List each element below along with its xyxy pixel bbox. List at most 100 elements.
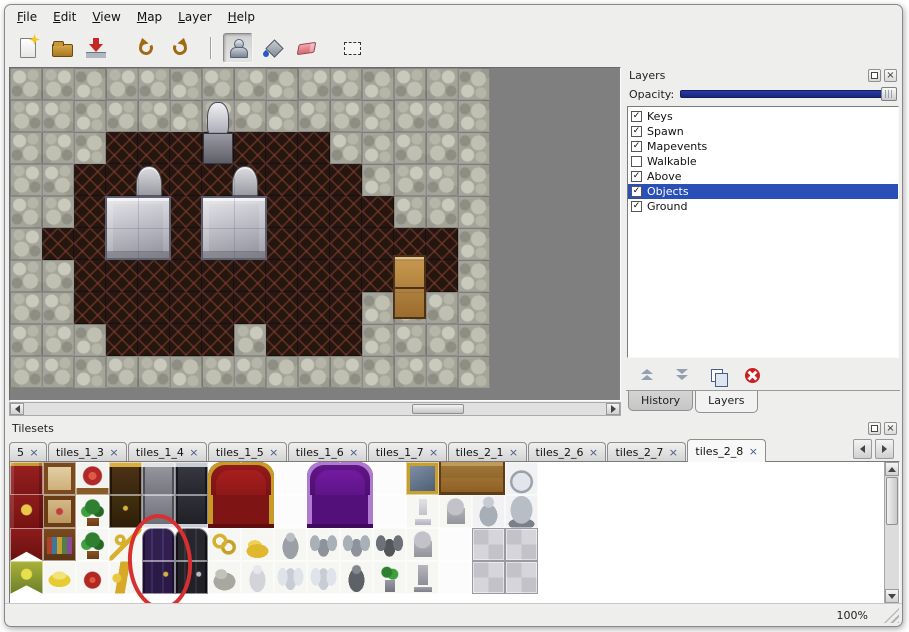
tileset-tile-angel[interactable] xyxy=(307,561,340,594)
opacity-slider-track[interactable] xyxy=(680,90,897,98)
opacity-slider[interactable] xyxy=(680,87,897,101)
map-viewport[interactable] xyxy=(9,67,621,401)
layer-visibility-checkbox[interactable] xyxy=(631,201,642,212)
tileset-tile-pillar_dark_top[interactable] xyxy=(175,462,208,495)
tileset-tab-5[interactable]: 5 xyxy=(9,442,47,461)
menu-item-file[interactable]: File xyxy=(9,7,45,27)
new-file-button[interactable] xyxy=(13,33,43,63)
duplicate-layer-button[interactable] xyxy=(706,364,728,386)
tileset-tab-tiles_2_1[interactable]: tiles_2_1 xyxy=(448,442,527,461)
tab-close-icon[interactable] xyxy=(109,447,119,457)
tileset-tab-tiles_2_7[interactable]: tiles_2_7 xyxy=(607,442,686,461)
tileset-tile-throne_red_br[interactable] xyxy=(241,495,274,528)
layer-row-walkable[interactable]: Walkable xyxy=(628,154,898,169)
scrollbar-thumb[interactable] xyxy=(886,477,898,525)
tileset-tile-gargoyle[interactable] xyxy=(340,528,373,561)
tileset-tile-banner_red_tail[interactable] xyxy=(10,528,43,561)
scroll-down-button[interactable] xyxy=(885,589,899,603)
delete-layer-button[interactable] xyxy=(741,364,763,386)
tileset-tile-armor_silver_bottom[interactable] xyxy=(505,495,538,528)
tileset-tile-cabinet_gold_bottom[interactable] xyxy=(109,495,142,528)
tab-close-icon[interactable] xyxy=(509,447,519,457)
tileset-tile-throne_purple_br[interactable] xyxy=(340,495,373,528)
tileset-tab-tiles_2_6[interactable]: tiles_2_6 xyxy=(528,442,607,461)
tileset-tile-pillar_gray_bottom[interactable] xyxy=(142,495,175,528)
tab-scroll-left-button[interactable] xyxy=(853,439,872,459)
opacity-slider-handle[interactable] xyxy=(881,87,897,101)
layer-row-mapevents[interactable]: Mapevents xyxy=(628,139,898,154)
float-button[interactable] xyxy=(868,422,881,435)
scroll-right-button[interactable] xyxy=(606,403,620,415)
select-tool-button[interactable] xyxy=(337,33,367,63)
tileset-tile-angel[interactable] xyxy=(274,561,307,594)
tileset-tile-pillar_gray_top[interactable] xyxy=(142,462,175,495)
tileset-tile-pot_red[interactable] xyxy=(76,561,109,594)
stamp-tool-button[interactable] xyxy=(223,33,253,63)
tab-close-icon[interactable] xyxy=(748,446,758,456)
tileset-tile-gold_pile[interactable] xyxy=(241,528,274,561)
tileset-tab-tiles_2_8[interactable]: tiles_2_8 xyxy=(687,439,766,462)
tileset-tile-white[interactable] xyxy=(439,561,472,594)
tab-close-icon[interactable] xyxy=(189,447,199,457)
tileset-tile-cabinet_gold_top[interactable] xyxy=(109,462,142,495)
menu-item-layer[interactable]: Layer xyxy=(170,7,219,27)
save-button[interactable] xyxy=(81,33,111,63)
tileset-tile-door_purple_bottom[interactable] xyxy=(142,561,175,594)
tileset-tile-white[interactable] xyxy=(274,462,307,495)
tileset-tile-grave[interactable] xyxy=(439,495,472,528)
tileset-tab-tiles_1_6[interactable]: tiles_1_6 xyxy=(288,442,367,461)
layer-visibility-checkbox[interactable] xyxy=(631,171,642,182)
dock-tab-layers[interactable]: Layers xyxy=(695,391,757,413)
tileset-tile-sq[interactable] xyxy=(472,561,505,594)
tileset-tile-door_dark_top[interactable] xyxy=(175,528,208,561)
move-layer-up-button[interactable] xyxy=(636,364,658,386)
fill-tool-button[interactable] xyxy=(257,33,287,63)
tileset-vertical-scrollbar[interactable] xyxy=(884,462,899,603)
tileset-tile-dresser_l[interactable] xyxy=(439,462,472,495)
tileset-tab-tiles_1_7[interactable]: tiles_1_7 xyxy=(368,442,447,461)
tileset-tile-banner_green[interactable] xyxy=(10,561,43,594)
tab-close-icon[interactable] xyxy=(269,447,279,457)
tab-close-icon[interactable] xyxy=(29,447,39,457)
tileset-tile-white[interactable] xyxy=(373,495,406,528)
tab-close-icon[interactable] xyxy=(349,447,359,457)
tileset-tile-throne_purple_r[interactable] xyxy=(340,462,373,495)
tileset-tile-plant[interactable] xyxy=(76,495,109,528)
tab-close-icon[interactable] xyxy=(668,447,678,457)
layer-row-ground[interactable]: Ground xyxy=(628,199,898,214)
tileset-tile-white[interactable] xyxy=(439,528,472,561)
eraser-tool-button[interactable] xyxy=(291,33,321,63)
tileset-tile-throne_purple_bl[interactable] xyxy=(307,495,340,528)
menu-item-help[interactable]: Help xyxy=(220,7,263,27)
tileset-tile-obelisk[interactable] xyxy=(406,495,439,528)
tileset-tile-statue_white[interactable] xyxy=(241,561,274,594)
menu-item-edit[interactable]: Edit xyxy=(45,7,84,27)
tileset-tab-tiles_1_3[interactable]: tiles_1_3 xyxy=(48,442,127,461)
tileset-tile-loom[interactable] xyxy=(43,462,76,495)
float-button[interactable] xyxy=(868,69,881,82)
scroll-up-button[interactable] xyxy=(885,462,899,476)
tileset-tile-armor_silver_top[interactable] xyxy=(505,462,538,495)
tileset-tile-banner_red[interactable] xyxy=(10,462,43,495)
map-horizontal-scrollbar[interactable] xyxy=(9,402,621,416)
tileset-tile-gargoyle_dark[interactable] xyxy=(373,528,406,561)
tileset-tile-sq[interactable] xyxy=(472,528,505,561)
tileset-tile-statue_dark[interactable] xyxy=(340,561,373,594)
tab-close-icon[interactable] xyxy=(429,447,439,457)
tileset-tile-horn[interactable] xyxy=(109,561,142,594)
tileset-tile-dresser_r[interactable] xyxy=(472,462,505,495)
scrollbar-thumb[interactable] xyxy=(412,404,464,414)
tileset-tile-throne_purple_l[interactable] xyxy=(307,462,340,495)
layer-visibility-checkbox[interactable] xyxy=(631,111,642,122)
tileset-tile-statue_gray[interactable] xyxy=(274,528,307,561)
tileset-tile-plant[interactable] xyxy=(76,528,109,561)
resize-grip[interactable] xyxy=(884,608,899,623)
tileset-tile-bookshelf[interactable] xyxy=(43,528,76,561)
tab-close-icon[interactable] xyxy=(588,447,598,457)
tileset-tile-rock[interactable] xyxy=(208,561,241,594)
tileset-tile-throne_red_r[interactable] xyxy=(241,462,274,495)
tileset-tab-tiles_1_4[interactable]: tiles_1_4 xyxy=(128,442,207,461)
tileset-tile-throne_red_bl[interactable] xyxy=(208,495,241,528)
tileset-tab-tiles_1_5[interactable]: tiles_1_5 xyxy=(208,442,287,461)
layer-row-spawn[interactable]: Spawn xyxy=(628,124,898,139)
